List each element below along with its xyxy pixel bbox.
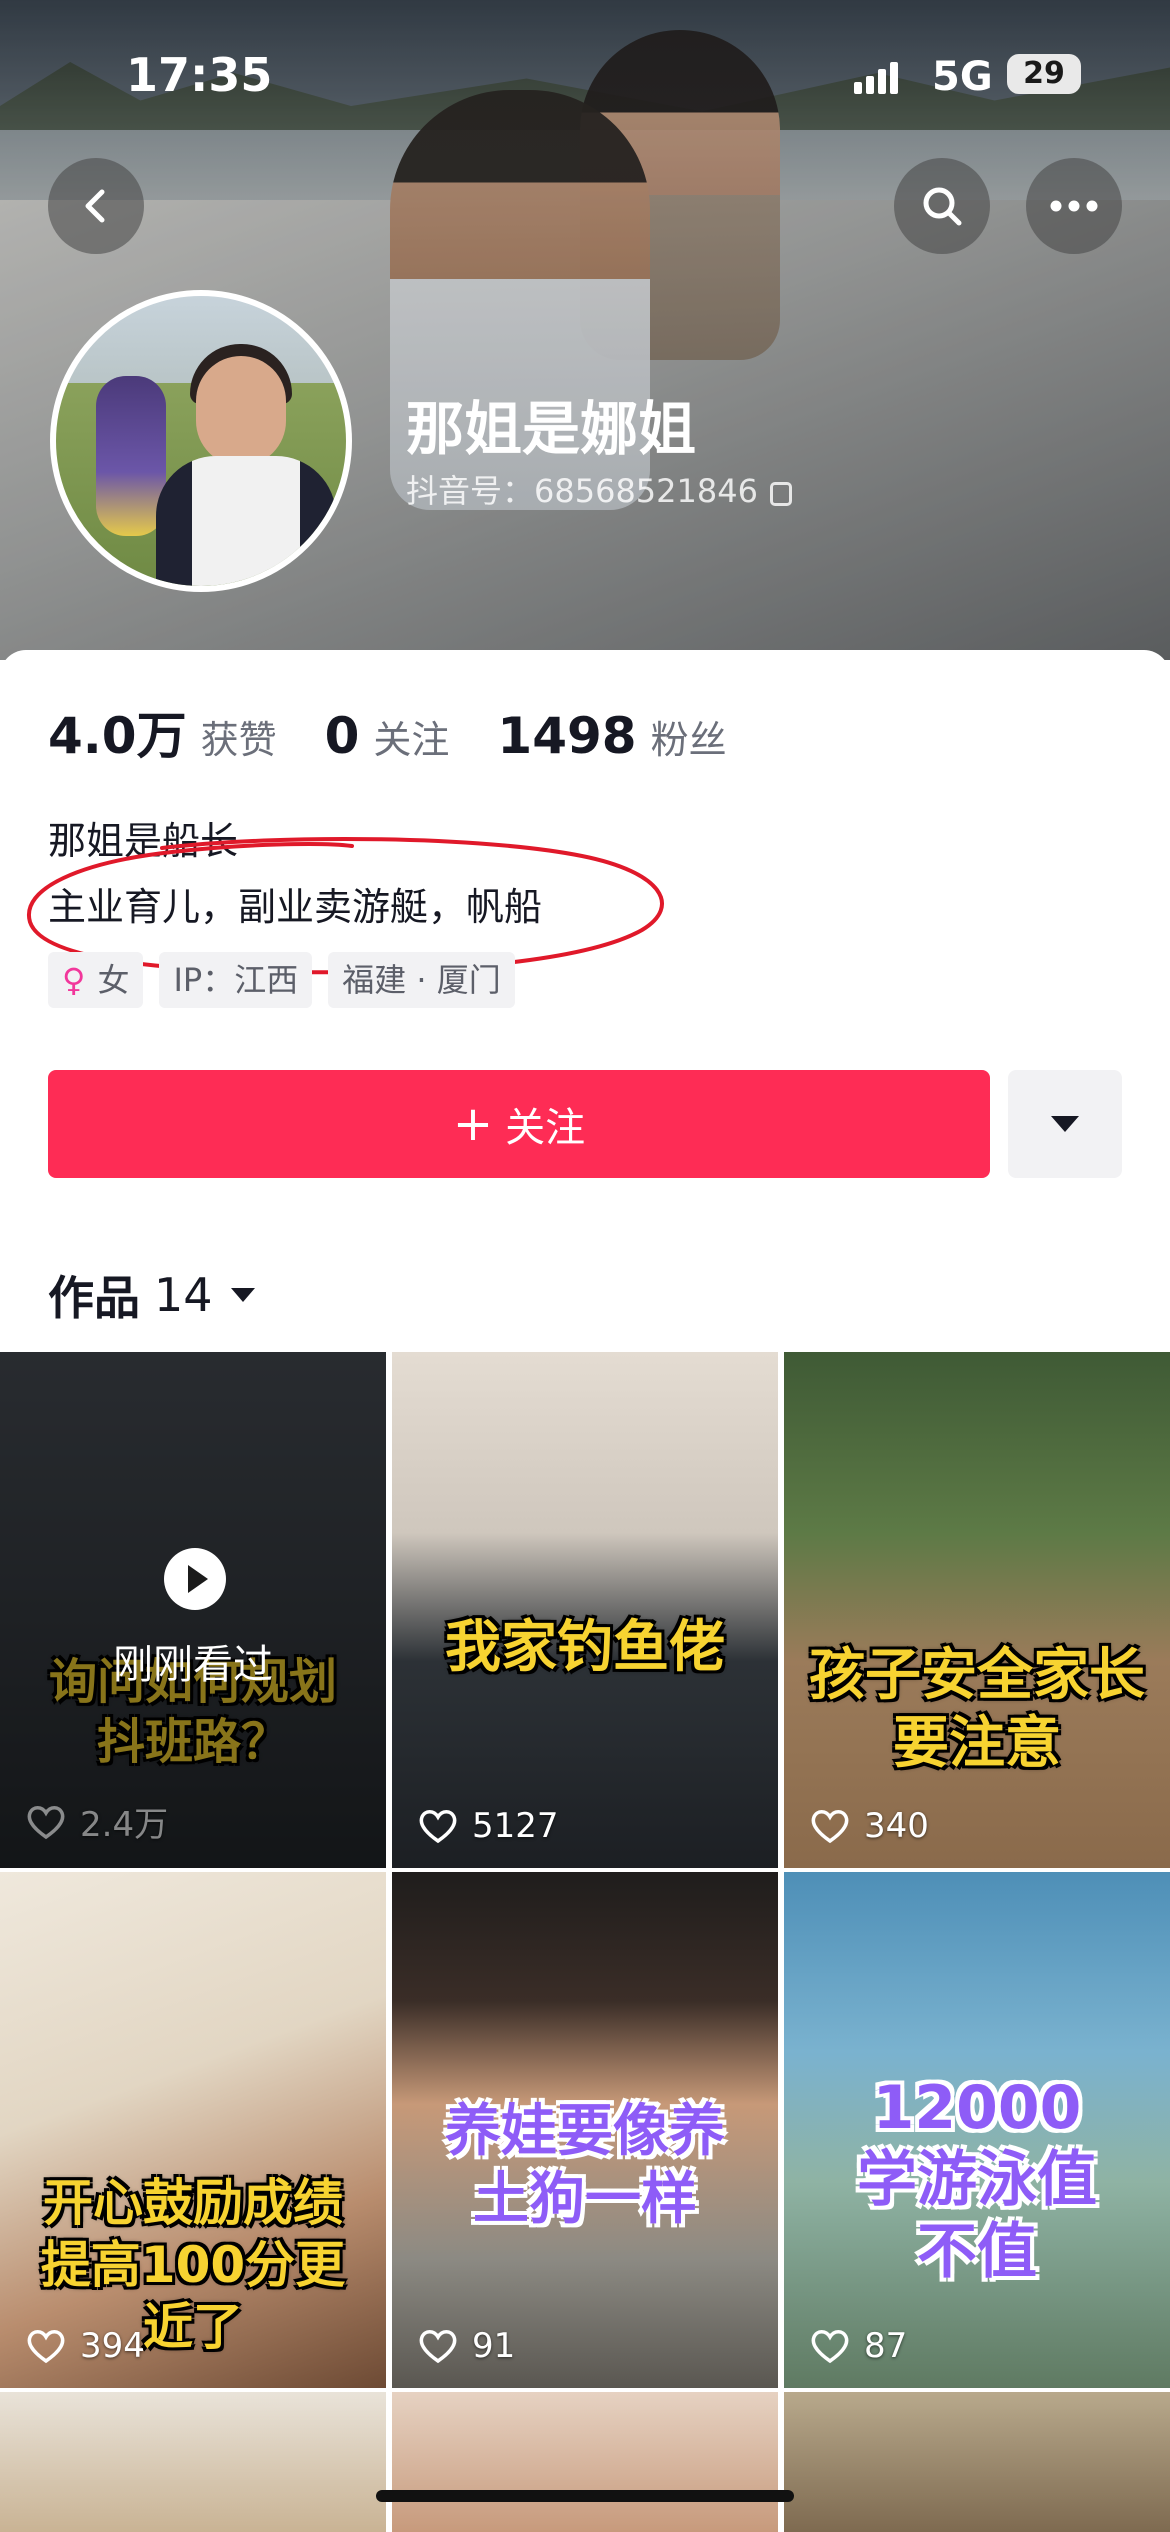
- video-thumbnail[interactable]: 养娃要像养土狗一样 91: [392, 1872, 778, 2388]
- stat-label: 关注: [373, 718, 450, 762]
- likes-count: 340: [864, 1806, 929, 1846]
- caret-down-icon: [1051, 1116, 1079, 1132]
- battery-icon: 29: [1007, 54, 1081, 94]
- video-caption: 我家钓鱼佬: [445, 1615, 725, 1680]
- heart-icon: [27, 1805, 65, 1839]
- video-thumbnail[interactable]: 我家钓鱼佬 5127: [392, 1352, 778, 1868]
- video-thumbnail[interactable]: [392, 2392, 778, 2532]
- stat-value: 0: [324, 707, 360, 765]
- video-thumbnail[interactable]: [0, 2392, 386, 2532]
- gender-text: 女: [97, 961, 130, 999]
- search-button[interactable]: [894, 158, 990, 254]
- douyin-id-text: 抖音号：68568521846: [406, 472, 758, 510]
- heart-icon: [27, 2330, 65, 2364]
- back-button[interactable]: [48, 158, 144, 254]
- status-time: 17:35: [126, 48, 273, 102]
- status-bar: 17:35 5G 29: [0, 0, 1170, 150]
- network-type: 5G: [932, 54, 993, 100]
- video-likes: 91: [418, 2326, 515, 2366]
- works-tab[interactable]: 作品 14: [48, 1262, 255, 1328]
- watched-overlay: 刚刚看过: [0, 1352, 386, 1868]
- likes-count: 87: [864, 2326, 908, 2366]
- works-label: 作品: [48, 1271, 140, 1325]
- caret-down-icon: [230, 1288, 255, 1302]
- play-icon: [164, 1548, 226, 1610]
- video-thumbnail[interactable]: 开心鼓励成绩提高100分更近了 394: [0, 1872, 386, 2388]
- battery-level: 29: [1023, 56, 1065, 91]
- heart-icon: [419, 1810, 457, 1844]
- profile-tags: ♀ 女 IP：江西 福建 · 厦门: [48, 952, 531, 1008]
- likes-count: 91: [472, 2326, 516, 2366]
- stat-following[interactable]: 0 关注: [325, 707, 450, 765]
- video-likes: 87: [810, 2326, 907, 2366]
- gender-tag: ♀ 女: [48, 952, 144, 1008]
- watched-label: 刚刚看过: [113, 1642, 273, 1688]
- stat-likes[interactable]: 4.0万 获赞: [48, 696, 277, 768]
- video-thumbnail[interactable]: 孩子安全家长要注意 340: [784, 1352, 1170, 1868]
- heart-icon: [811, 2330, 849, 2364]
- search-icon: [923, 187, 962, 226]
- follow-button[interactable]: + 关注: [48, 1070, 990, 1178]
- stat-value: 1498: [497, 707, 637, 765]
- video-thumbnail[interactable]: 询问如何规划抖班路？ 刚刚看过 2.4万: [0, 1352, 386, 1868]
- location-text: 福建 · 厦门: [342, 961, 501, 999]
- stat-label: 获赞: [200, 718, 277, 762]
- video-thumbnail[interactable]: 12000学游泳值不值 87: [784, 1872, 1170, 2388]
- works-count: 14: [154, 1268, 213, 1322]
- copy-icon[interactable]: [769, 482, 792, 506]
- video-likes: 340: [810, 1806, 929, 1846]
- likes-count: 394: [80, 2326, 145, 2366]
- ip-text: IP：江西: [173, 961, 299, 999]
- signal-icon: [854, 60, 900, 94]
- profile-name: 那姐是娜姐: [406, 395, 697, 463]
- likes-count: 5127: [472, 1806, 559, 1846]
- video-likes: 5127: [418, 1806, 559, 1846]
- heart-icon: [419, 2330, 457, 2364]
- video-likes: 394: [26, 2326, 145, 2366]
- more-button[interactable]: [1026, 158, 1122, 254]
- chevron-left-icon: [85, 189, 105, 223]
- video-likes: 2.4万: [26, 1797, 168, 1846]
- location-tag[interactable]: 福建 · 厦门: [328, 952, 515, 1008]
- video-caption: 12000学游泳值不值: [857, 2073, 1097, 2287]
- ip-tag: IP：江西: [159, 952, 313, 1008]
- profile-stats: 4.0万 获赞 0 关注 1498 粉丝: [48, 696, 775, 765]
- douyin-id[interactable]: 抖音号：68568521846: [406, 466, 792, 512]
- more-dots-icon: [1050, 200, 1098, 212]
- more-actions-dropdown[interactable]: [1008, 1070, 1122, 1178]
- stat-followers[interactable]: 1498 粉丝: [497, 707, 726, 765]
- follow-label: 关注: [505, 1105, 586, 1151]
- video-caption: 孩子安全家长要注意: [809, 1643, 1145, 1776]
- video-thumbnail[interactable]: [784, 2392, 1170, 2532]
- stat-value: 4.0万: [48, 707, 187, 765]
- female-icon: ♀: [62, 961, 86, 999]
- avatar[interactable]: [50, 290, 352, 592]
- heart-icon: [811, 1810, 849, 1844]
- likes-count: 2.4万: [80, 1805, 169, 1845]
- plus-icon: +: [452, 1096, 494, 1152]
- stat-label: 粉丝: [650, 718, 727, 762]
- video-caption: 养娃要像养土狗一样: [445, 2099, 725, 2232]
- home-indicator[interactable]: [376, 2490, 794, 2502]
